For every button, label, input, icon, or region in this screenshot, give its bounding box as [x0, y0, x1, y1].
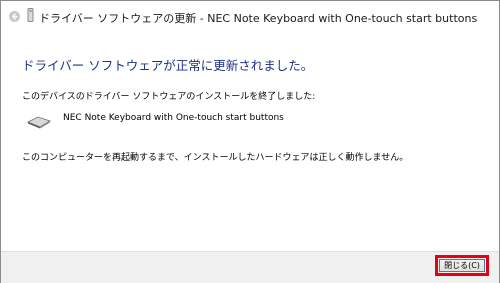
- window-title: ドライバー ソフトウェアの更新 - NEC Note Keyboard with…: [39, 12, 478, 25]
- success-heading: ドライバー ソフトウェアが正常に更新されました。: [22, 58, 314, 73]
- back-button[interactable]: [9, 11, 20, 22]
- device-name: NEC Note Keyboard with One-touch start b…: [63, 113, 284, 123]
- device-icon: [27, 8, 34, 22]
- close-button[interactable]: 閉じる(C): [439, 259, 485, 272]
- keyboard-icon: [27, 116, 51, 129]
- driver-update-window: ドライバー ソフトウェアの更新 - NEC Note Keyboard with…: [0, 0, 500, 283]
- back-arrow-icon: [11, 13, 18, 20]
- dialog-footer: [1, 251, 499, 283]
- restart-notice: このコンピューターを再起動するまで、インストールしたハードウェアは正しく動作しま…: [22, 153, 409, 163]
- title-bar: ドライバー ソフトウェアの更新 - NEC Note Keyboard with…: [1, 1, 499, 32]
- completion-message: このデバイスのドライバー ソフトウェアのインストールを終了しました:: [22, 92, 316, 102]
